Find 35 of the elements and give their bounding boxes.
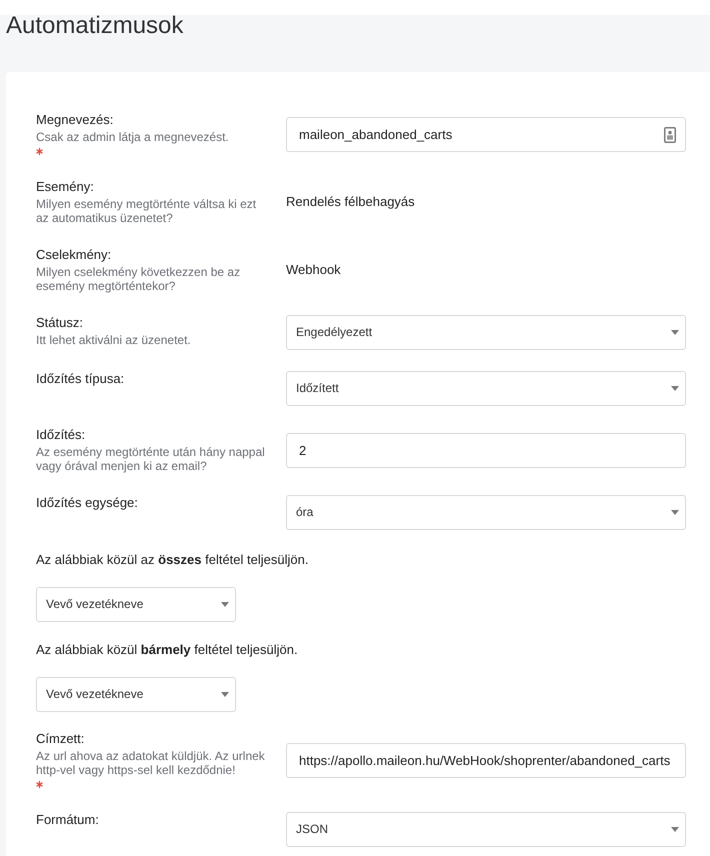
- field-label: Formátum:: [36, 812, 99, 828]
- dropdown[interactable]: Engedélyezett: [286, 314, 686, 350]
- field-label: Cselekmény:: [36, 246, 112, 262]
- caret-icon: [671, 510, 679, 514]
- dropdown[interactable]: Vevő vezetékneve: [36, 586, 236, 622]
- input-field[interactable]: https://apollo.maileon.hu/WebHook/shoprenter/abandoned_carts: [286, 743, 686, 778]
- caret-icon: [221, 692, 229, 696]
- field-value: Webhook: [286, 262, 341, 278]
- field-hint: Itt lehet aktiválni az üzenetet.: [36, 332, 191, 347]
- condition-text: Az alábbiak közül bármely feltétel teljesüljön.: [36, 640, 298, 658]
- caret-icon: [671, 386, 679, 390]
- field-hint: Az esemény megtörténte után hány nappal vagy órával menjen ki az email?: [36, 444, 266, 474]
- dropdown[interactable]: Vevő vezetékneve: [36, 676, 236, 712]
- caret-icon: [671, 330, 679, 334]
- field-value: Rendelés félbehagyás: [286, 194, 415, 210]
- input-field[interactable]: maileon_abandoned_carts: [286, 117, 686, 152]
- field-label: Időzítés:: [36, 426, 86, 442]
- dropdown[interactable]: óra: [286, 494, 686, 530]
- field-label: Címzett:: [36, 730, 84, 746]
- caret-icon: [221, 602, 229, 606]
- condition-text: Az alábbiak közül az összes feltétel teljesüljön.: [36, 550, 308, 568]
- field-label: Időzítés egysége:: [36, 494, 138, 510]
- field-label: Időzítés típusa:: [36, 370, 124, 386]
- input-field[interactable]: 2: [286, 432, 686, 468]
- field-hint: Az url ahova az adatokat küldjük. Az urlnek http-vel vagy https-sel kell kezdődnie!: [36, 748, 266, 778]
- page-title: Automatizmusok: [6, 12, 184, 39]
- field-hint: Milyen esemény megtörténte váltsa ki ezt az automatikus üzenetet?: [36, 196, 258, 226]
- dropdown[interactable]: JSON: [286, 812, 686, 846]
- dropdown[interactable]: Időzített: [286, 370, 686, 406]
- field-hint: Milyen cselekmény következzen be az esemény megtörténtekor?: [36, 264, 242, 294]
- field-label: Státusz:: [36, 314, 83, 330]
- field-label: Esemény:: [36, 178, 94, 194]
- field-hint: Csak az admin látja a megnevezést.: [36, 130, 229, 144]
- field-label: Megnevezés:: [36, 112, 114, 128]
- caret-icon: [671, 826, 679, 832]
